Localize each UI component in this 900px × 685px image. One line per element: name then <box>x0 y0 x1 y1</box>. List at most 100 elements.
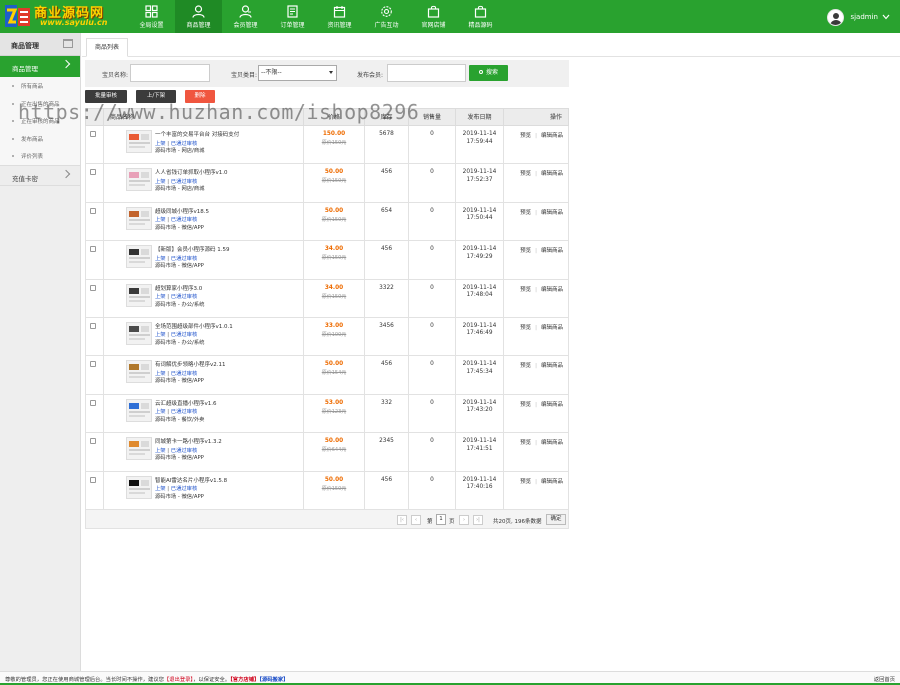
stock-cell: 456 <box>365 164 409 202</box>
back-home-link[interactable]: 返回首页 <box>874 675 895 683</box>
sidebar-group-goods[interactable]: 商品管理 <box>0 56 80 77</box>
preview-link[interactable]: 预览 <box>520 402 531 408</box>
publish-datetime: 2019-11-14 17:41:51 <box>456 438 503 453</box>
edit-link[interactable]: 编辑商品 <box>541 171 563 177</box>
next-page-button[interactable]: › <box>459 514 469 525</box>
product-thumbnail[interactable] <box>126 130 152 153</box>
product-name[interactable]: 云汇超级直播小程序v1.6 <box>155 399 217 407</box>
nav-label: 精品源码 <box>468 22 493 29</box>
sidebar-item-label: 正在审核的商品 <box>21 119 60 125</box>
logo[interactable]: 商业源码网 www.sayulu.cn <box>0 0 128 33</box>
sidebar-item-on-sale[interactable]: 正在出售的商品 <box>0 95 80 113</box>
edit-link[interactable]: 编辑商品 <box>541 210 563 216</box>
stock: 456 <box>380 246 393 253</box>
nav-official-store[interactable]: 官网店铺 <box>410 0 457 33</box>
goods-name-input[interactable] <box>130 64 210 82</box>
preview-link[interactable]: 预览 <box>520 133 531 139</box>
user-menu[interactable]: sjadmin <box>827 7 890 27</box>
product-thumbnail[interactable] <box>126 398 152 422</box>
preview-link[interactable]: 预览 <box>520 287 531 293</box>
product-name[interactable]: 超划算家小程序3.0 <box>155 284 202 292</box>
row-checkbox[interactable] <box>90 131 96 137</box>
edit-link[interactable]: 编辑商品 <box>541 287 563 293</box>
sidebar-group-recharge[interactable]: 充值卡密 <box>0 164 80 186</box>
thumb-line <box>129 372 150 375</box>
product-name[interactable]: 有词解优步领略小程序v2.11 <box>155 360 226 368</box>
last-page-button[interactable]: ›| <box>473 514 483 525</box>
tab-goods-list[interactable]: 商品列表 <box>86 38 128 57</box>
product-thumbnail[interactable] <box>126 168 152 192</box>
product-name[interactable]: 同城第卡一路小程序v1.3.2 <box>155 437 222 445</box>
calendar-icon[interactable] <box>63 39 73 48</box>
product-thumbnail[interactable] <box>126 360 152 384</box>
sales-cell: 0 <box>409 126 456 164</box>
preview-link[interactable]: 预览 <box>520 363 531 369</box>
row-checkbox[interactable] <box>90 438 96 445</box>
preview-link[interactable]: 预览 <box>520 479 531 485</box>
edit-link[interactable]: 编辑商品 <box>541 363 563 369</box>
product-thumbnail[interactable] <box>126 475 152 499</box>
search-button[interactable]: 搜索 <box>469 65 508 81</box>
preview-link[interactable]: 预览 <box>520 440 531 446</box>
sidebar-item-all-goods[interactable]: 所有商品 <box>0 77 80 95</box>
product-category: 源码市场 - 网店/商城 <box>155 186 205 193</box>
nav-premium-source[interactable]: 精品源码 <box>457 0 504 33</box>
row-checkbox[interactable] <box>90 207 96 214</box>
name-cell: 同城第卡一路小程序v1.3.2 上架 | 已通过审核 源码市场 - 微信/APP <box>104 433 304 471</box>
nav-order-management[interactable]: 订单管理 <box>269 0 316 33</box>
product-name[interactable]: 全场范围超级部件小程序v1.0.1 <box>155 322 233 330</box>
nav-ad-interaction[interactable]: 广告互动 <box>363 0 410 33</box>
thumb-block <box>141 249 149 256</box>
preview-link[interactable]: 预览 <box>520 325 531 331</box>
date-cell: 2019-11-14 17:52:37 <box>456 164 504 202</box>
product-name[interactable]: 智能AI雷达名片小程序v1.5.8 <box>155 476 227 484</box>
publish-time: 17:59:44 <box>466 138 493 145</box>
product-name[interactable]: 人人省钱订单抓取小程序v1.0 <box>155 168 228 176</box>
product-name[interactable]: 【新版】会员小程序源码 1.59 <box>155 245 230 253</box>
row-checkbox[interactable] <box>90 361 96 368</box>
row-checkbox[interactable] <box>90 246 96 253</box>
publish-date: 2019-11-14 <box>462 476 497 483</box>
prev-page-button[interactable]: ‹ <box>411 514 421 525</box>
product-thumbnail[interactable] <box>126 206 152 230</box>
page-number-input[interactable]: 1 <box>436 513 446 525</box>
preview-link[interactable]: 预览 <box>520 248 531 254</box>
edit-link[interactable]: 编辑商品 <box>541 248 563 254</box>
preview-link[interactable]: 预览 <box>520 210 531 216</box>
thumb-line <box>129 295 150 298</box>
shelf-toggle-button[interactable]: 上/下架 <box>136 90 176 103</box>
category-select[interactable]: --不限-- <box>258 65 337 81</box>
preview-link[interactable]: 预览 <box>520 171 531 177</box>
product-thumbnail[interactable] <box>126 321 152 345</box>
nav-global-settings[interactable]: 全局设置 <box>128 0 175 33</box>
thumb-line <box>129 142 150 144</box>
sidebar-item-publish[interactable]: 发布商品 <box>0 130 80 148</box>
sidebar-item-reviews[interactable]: 评价列表 <box>0 147 80 165</box>
nav-goods-management[interactable]: 商品管理 <box>175 0 222 33</box>
page-summary: 共20页, 196条数据 <box>493 518 542 525</box>
batch-review-button[interactable]: 批量审核 <box>85 90 127 103</box>
edit-link[interactable]: 编辑商品 <box>541 133 563 139</box>
row-checkbox[interactable] <box>90 284 96 291</box>
product-name[interactable]: 一个丰富的交易平台台 对接码支付 <box>155 130 239 138</box>
first-page-button[interactable]: |‹ <box>397 514 407 525</box>
delete-button[interactable]: 删除 <box>185 90 215 103</box>
nav-member-management[interactable]: 会员管理 <box>222 0 269 33</box>
thumb-line <box>129 414 145 417</box>
product-thumbnail[interactable] <box>126 283 152 307</box>
member-input[interactable] <box>387 64 466 82</box>
go-page-button[interactable]: 确定 <box>546 513 566 525</box>
row-checkbox[interactable] <box>90 476 96 483</box>
row-checkbox[interactable] <box>90 399 96 406</box>
product-name[interactable]: 超级同城小程序v18.5 <box>155 207 209 215</box>
product-thumbnail[interactable] <box>126 437 152 461</box>
edit-link[interactable]: 编辑商品 <box>541 325 563 331</box>
row-checkbox[interactable] <box>90 322 96 329</box>
sidebar-item-reviewing[interactable]: 正在审核的商品 <box>0 112 80 130</box>
product-thumbnail[interactable] <box>126 245 152 269</box>
nav-news-management[interactable]: 资讯管理 <box>316 0 363 33</box>
edit-link[interactable]: 编辑商品 <box>541 479 563 485</box>
row-checkbox[interactable] <box>90 169 96 176</box>
edit-link[interactable]: 编辑商品 <box>541 440 563 446</box>
edit-link[interactable]: 编辑商品 <box>541 402 563 408</box>
